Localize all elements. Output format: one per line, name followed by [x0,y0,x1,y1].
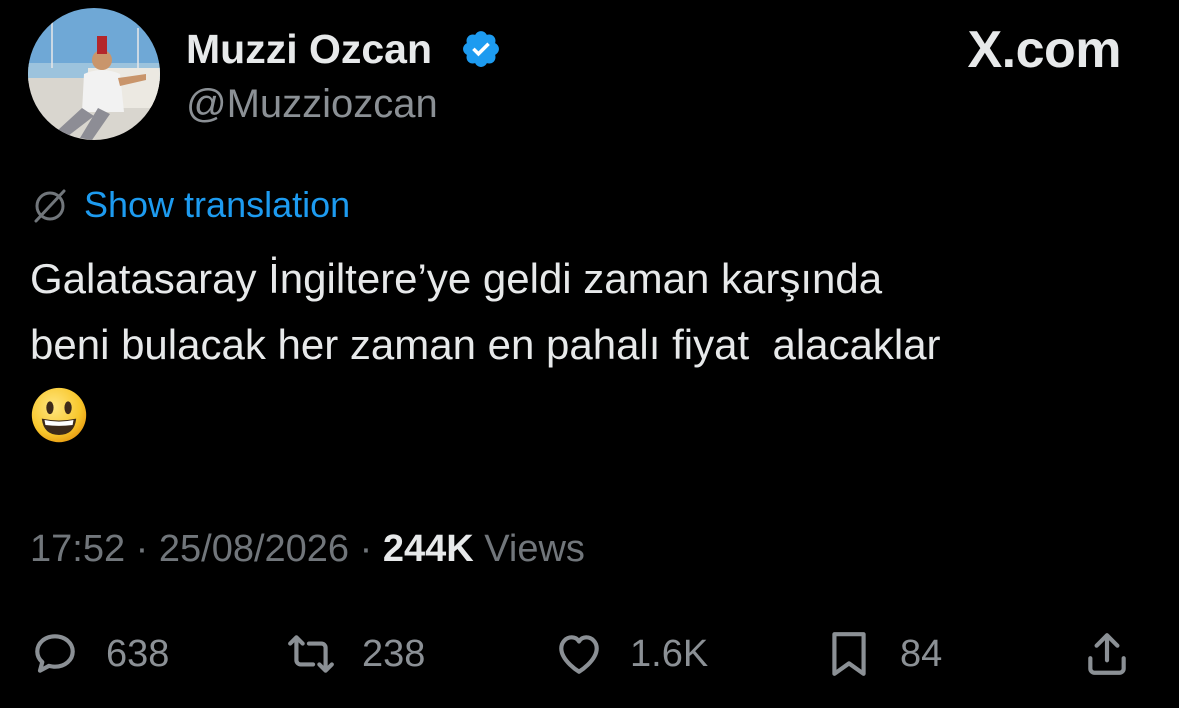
like-count: 1.6K [630,632,709,675]
globe-slash-icon [34,189,66,223]
show-translation-row[interactable]: Show translation [30,184,350,226]
meta-separator: · [135,528,149,570]
bookmark-button[interactable]: 84 [824,624,942,684]
heart-icon [559,635,599,674]
avatar[interactable] [28,8,160,140]
views-label: Views [484,528,585,570]
reply-count: 638 [106,632,170,675]
show-translation-link[interactable]: Show translation [84,184,350,226]
meta-separator: · [359,528,373,570]
tweet-time[interactable]: 17:52 [30,528,125,570]
like-button[interactable]: 1.6K [554,624,708,684]
share-icon [1088,633,1126,675]
share-button[interactable] [1082,624,1132,684]
retweet-count: 238 [362,632,426,675]
retweet-button[interactable]: 238 [286,624,425,684]
reply-button[interactable]: 638 [30,624,169,684]
reply-icon [35,634,75,673]
grinning-face-emoji-icon [31,387,87,443]
avatar-photo [28,8,160,140]
tweet-meta: 17:52 · 25/08/2026 · 244K Views [30,528,585,571]
retweet-icon [288,635,334,673]
bookmark-icon [832,632,866,676]
x-com-logo: X.com [967,21,1121,79]
bookmark-count: 84 [900,632,943,675]
verified-badge-icon [463,31,499,67]
views-count: 244K [382,528,474,570]
user-handle[interactable]: @Muzziozcan [186,82,438,127]
tweet-body: Galatasaray İngiltere’ye geldi zaman kar… [30,255,941,368]
display-name[interactable]: Muzzi Ozcan [186,26,432,73]
tweet-date[interactable]: 25/08/2026 [159,528,349,570]
tweet-text: Galatasaray İngiltere’ye geldi zaman kar… [30,246,1150,444]
action-bar: 638 238 1.6K 84 [30,624,1150,684]
